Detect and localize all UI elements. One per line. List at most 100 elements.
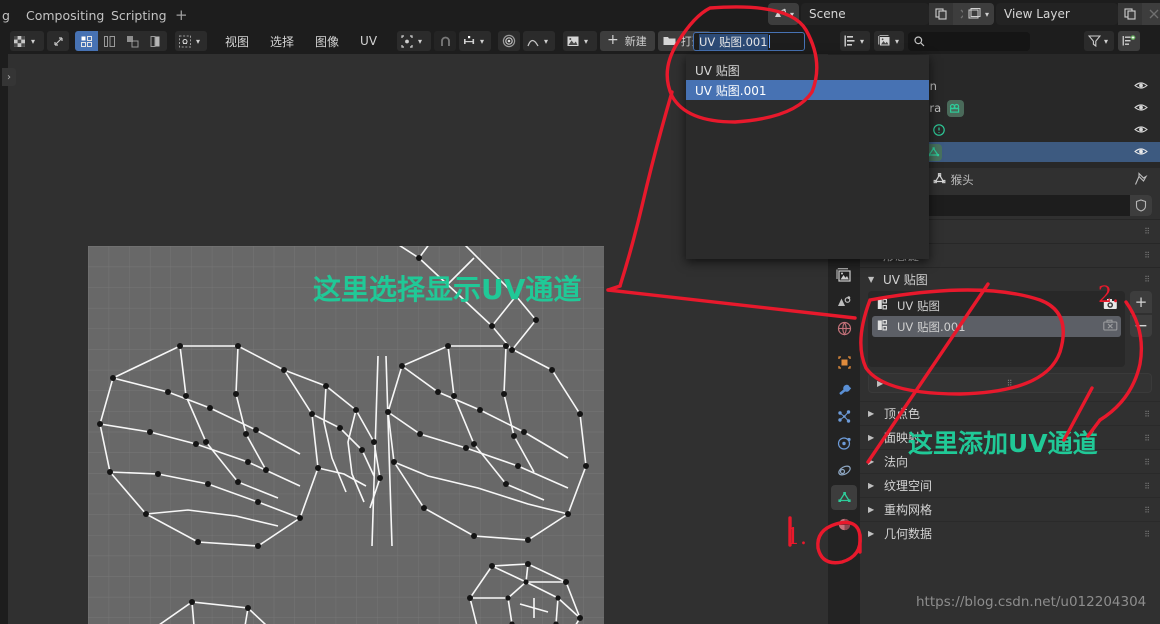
annotation-marker-1: 1. [786,525,807,550]
snap-magnet-button[interactable] [434,31,457,51]
menu-view[interactable]: 视图 [216,33,258,50]
modifier-tab[interactable] [831,377,857,402]
scene-name-field[interactable]: Scene [801,3,930,25]
add-uv-map-button[interactable]: + [1130,291,1152,313]
visibility-eye-icon[interactable] [1134,80,1148,94]
scene-selector[interactable]: ▾ Scene [768,3,978,25]
sidebar-expand-icon[interactable]: › [2,68,16,86]
particles-tab[interactable] [831,404,857,429]
workspace-tab-compositing-label: Compositing [26,8,105,23]
viewlayer-selector[interactable]: ▾ View Layer [963,3,1160,25]
outliner-filter-button[interactable]: ▾ [1084,31,1114,51]
uv-select-mode-vertex[interactable] [75,31,98,51]
annotation-text-select-uv: 这里选择显示UV通道 [313,273,582,306]
new-image-button[interactable]: + 新建 [600,31,655,51]
panel-geometry-data[interactable]: ▶ 几何数据 ⠿ [860,521,1160,545]
disclosure-icon[interactable]: ▼ [868,275,877,284]
panel-label: 重构网格 [884,503,933,517]
uv-sync-selection-button[interactable] [47,31,69,51]
uv-map-item-0[interactable]: UV 贴图 [872,295,1121,316]
menu-image[interactable]: 图像 [306,33,348,50]
editor-type-button[interactable]: ▾ [10,31,44,51]
light-data-icon[interactable] [931,122,948,139]
camera-data-icon[interactable] [947,99,965,117]
uv-map-item-1[interactable]: UV 贴图.001 [872,316,1121,337]
proportional-falloff-button[interactable]: ▾ [523,31,556,51]
remove-uv-map-button[interactable]: − [1130,315,1152,337]
disclosure-icon[interactable]: ▶ [868,505,877,514]
disclosure-icon[interactable]: ▶ [868,457,877,466]
chevron-down-icon: ▾ [31,36,36,46]
annotation-text-add-uv: 这里添加UV通道 [908,429,1098,458]
snap-target-button[interactable]: ▾ [459,31,492,51]
viewlayer-delete-button[interactable] [1142,3,1160,25]
fake-user-icon[interactable] [1130,195,1152,216]
render-inactive-icon[interactable] [1103,319,1118,335]
disclosure-icon[interactable]: ▶ [868,409,877,418]
uv-select-mode-face[interactable] [121,31,144,51]
uv-list-buttons: + − [1130,291,1152,367]
chevron-down-icon: ▾ [418,36,423,46]
uv-map-option-0[interactable]: UV 贴图 [686,60,929,80]
uv-map-option-1[interactable]: UV 贴图.001 [686,80,929,100]
scene-duplicate-button[interactable] [929,3,954,25]
viewlayer-icon[interactable]: ▾ [963,3,995,25]
proportional-editing-button[interactable] [498,31,521,51]
uv-map-dropdown[interactable]: UV 贴图 UV 贴图.001 [686,55,929,259]
panel-label: 几何数据 [884,527,933,541]
add-workspace-label: + [175,6,188,24]
panel-label: 纹理空间 [884,479,933,493]
viewlayer-duplicate-button[interactable] [1118,3,1143,25]
image-browse-button[interactable]: ▾ [563,31,598,51]
chevron-down-icon: ▾ [790,9,795,19]
scene-icon[interactable]: ▾ [768,3,800,25]
visibility-eye-icon[interactable] [1134,102,1148,116]
folder-icon [663,37,676,45]
pin-icon[interactable] [1134,171,1148,189]
chevron-down-icon: ▾ [544,36,549,46]
panel-label: 顶点色 [884,407,921,421]
panel-grip: ⠿ [1006,378,1014,388]
viewlayer-tab[interactable] [831,262,857,287]
physics-tab[interactable] [831,431,857,456]
menu-select[interactable]: 选择 [261,33,303,50]
panel-vertex-colors[interactable]: ▶ 顶点色 ⠿ [860,401,1160,425]
constraints-tab[interactable] [831,458,857,483]
material-tab[interactable] [831,512,857,537]
chevron-down-icon: ▾ [196,36,201,46]
menu-uv[interactable]: UV [351,34,386,48]
uv-select-mode-edge[interactable] [98,31,121,51]
uv-map-name-input[interactable]: UV 贴图.001 [693,32,805,51]
mesh-panel-list: ▶ 顶点色 ⠿ ▶ 面映射 ⠿ ▶ 法向 ⠿ ▶ 纹理空间 ⠿ ▶ 重构网格 ⠿… [860,401,1160,545]
disclosure-icon[interactable]: ▶ [868,433,877,442]
panel-grip: ⠿ [1144,275,1151,284]
world-tab[interactable] [831,316,857,341]
uv-maps-list[interactable]: UV 贴图 UV 贴图.001 [868,291,1125,367]
sticky-selection-button[interactable]: ▾ [175,31,207,51]
outliner-filter-id-button[interactable]: ▾ [874,31,904,51]
pivot-point-button[interactable]: ▾ [397,31,432,51]
panel-remesh[interactable]: ▶ 重构网格 ⠿ [860,497,1160,521]
scene-tab[interactable] [831,289,857,314]
top-bar: g Compositing Scripting + ▾ Scene ▾ View [0,0,1160,28]
disclosure-icon[interactable]: ▶ [877,379,886,388]
breadcrumb-data-name[interactable]: 猴头 [951,172,974,188]
new-collection-button[interactable] [1118,31,1140,51]
uv-subpanel-collapsed[interactable]: ▶ ⠿ [868,373,1152,393]
outliner-display-mode-button[interactable]: ▾ [840,31,870,51]
visibility-eye-icon[interactable] [1134,146,1148,160]
disclosure-icon[interactable]: ▶ [868,529,877,538]
disclosure-icon[interactable]: ▶ [868,481,877,490]
panel-label: UV 贴图 [883,273,928,287]
visibility-eye-icon[interactable] [1134,124,1148,138]
panel-texture-space[interactable]: ▶ 纹理空间 ⠿ [860,473,1160,497]
object-tab[interactable] [831,350,857,375]
panel-grip: ⠿ [1144,227,1151,236]
outliner-search-input[interactable] [908,31,1030,51]
add-workspace-button[interactable]: + [163,3,200,28]
data-tab[interactable] [831,485,857,510]
uv-select-mode-island[interactable] [144,31,167,51]
workspace-tab-scripting-label: Scripting [111,8,167,23]
viewlayer-name-field[interactable]: View Layer [996,3,1119,25]
panel-label: 法向 [884,455,909,469]
